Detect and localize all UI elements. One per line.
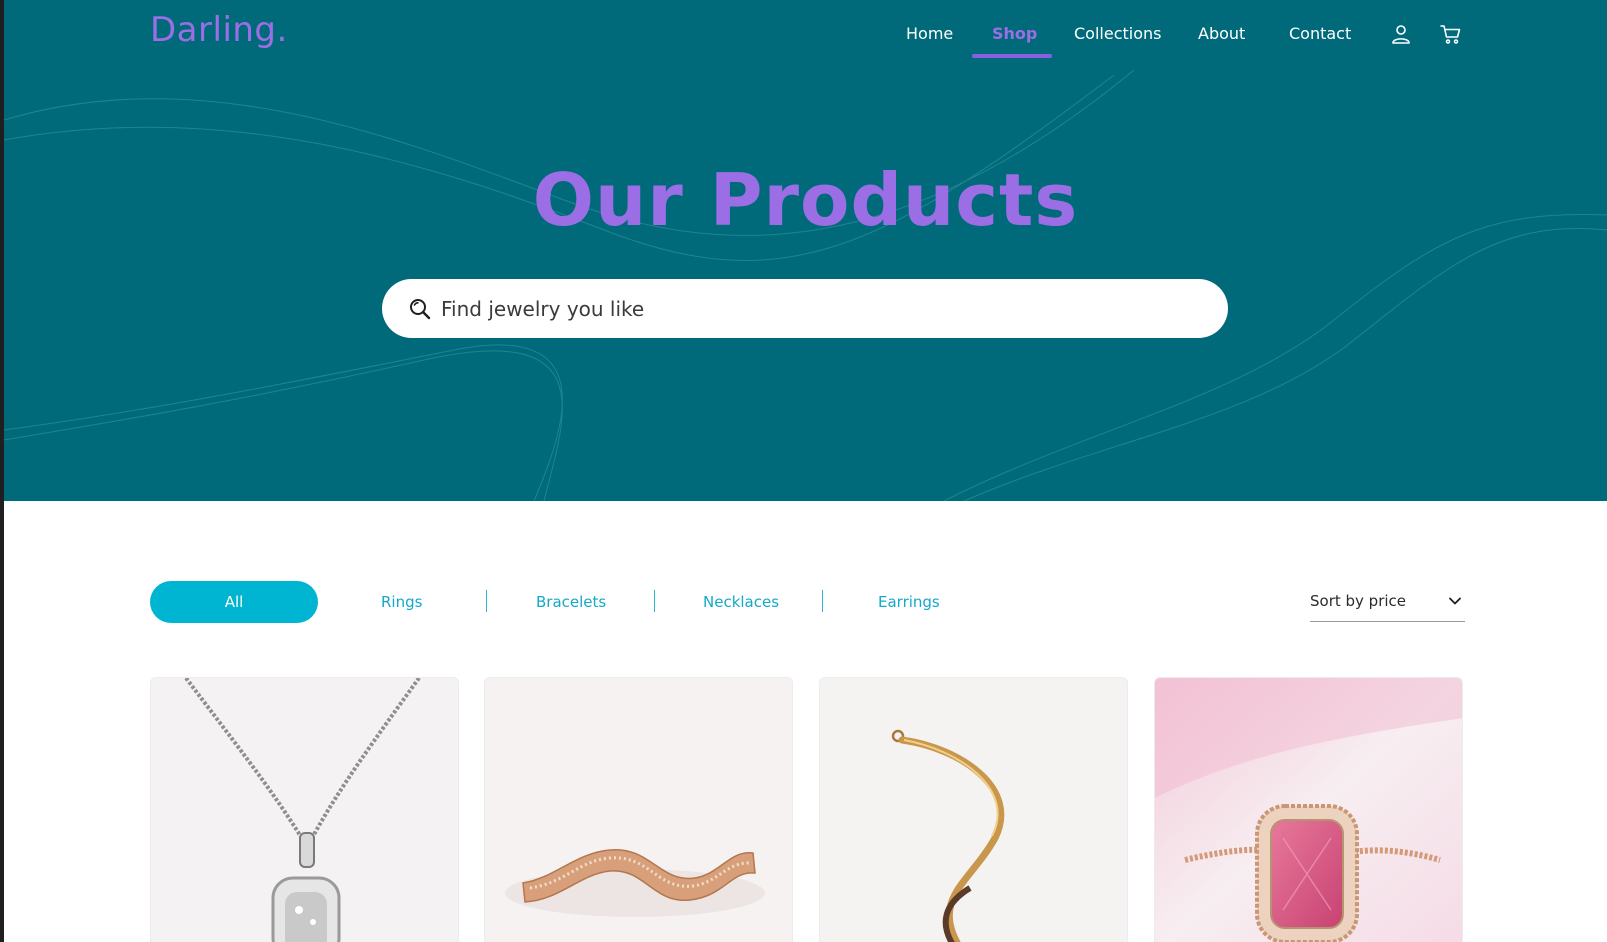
page: Darling. Home Shop Collections About Con…: [4, 0, 1607, 942]
product-card[interactable]: [819, 677, 1128, 942]
search-icon[interactable]: [408, 297, 432, 321]
filter-divider: [654, 590, 655, 612]
nav-collections[interactable]: Collections: [1074, 24, 1161, 43]
filter-divider: [486, 590, 487, 612]
filter-necklaces[interactable]: Necklaces: [703, 593, 779, 611]
product-image-necklace: [151, 678, 458, 942]
product-image-bracelet: [820, 678, 1127, 942]
page-title: Our Products: [532, 158, 1079, 242]
filter-bracelets[interactable]: Bracelets: [536, 593, 606, 611]
nav-contact[interactable]: Contact: [1289, 24, 1351, 43]
filter-rings[interactable]: Rings: [381, 593, 422, 611]
product-image-gem-ring: [1155, 678, 1462, 942]
decorative-waves: [4, 69, 1607, 501]
hero-section: Darling. Home Shop Collections About Con…: [4, 0, 1607, 501]
filter-all[interactable]: All: [150, 581, 318, 623]
nav-home[interactable]: Home: [906, 24, 953, 43]
user-icon[interactable]: [1389, 22, 1413, 46]
nav-active-indicator: [972, 54, 1052, 58]
cart-icon[interactable]: [1439, 22, 1463, 46]
product-card[interactable]: [484, 677, 793, 942]
product-card[interactable]: [150, 677, 459, 942]
main-nav: Home Shop Collections About Contact: [4, 0, 1607, 60]
filter-earrings[interactable]: Earrings: [878, 593, 940, 611]
chevron-down-icon: [1449, 597, 1461, 605]
search-bar: [382, 279, 1228, 338]
product-card[interactable]: [1154, 677, 1463, 942]
category-filters: All Rings Bracelets Necklaces Earrings S…: [4, 580, 1607, 624]
sort-dropdown[interactable]: Sort by price: [1310, 580, 1465, 622]
nav-shop[interactable]: Shop: [992, 24, 1037, 43]
sort-label: Sort by price: [1310, 592, 1407, 610]
product-image-ring-band: [485, 678, 792, 942]
search-input[interactable]: [441, 288, 1201, 330]
filter-divider: [822, 590, 823, 612]
nav-about[interactable]: About: [1198, 24, 1245, 43]
